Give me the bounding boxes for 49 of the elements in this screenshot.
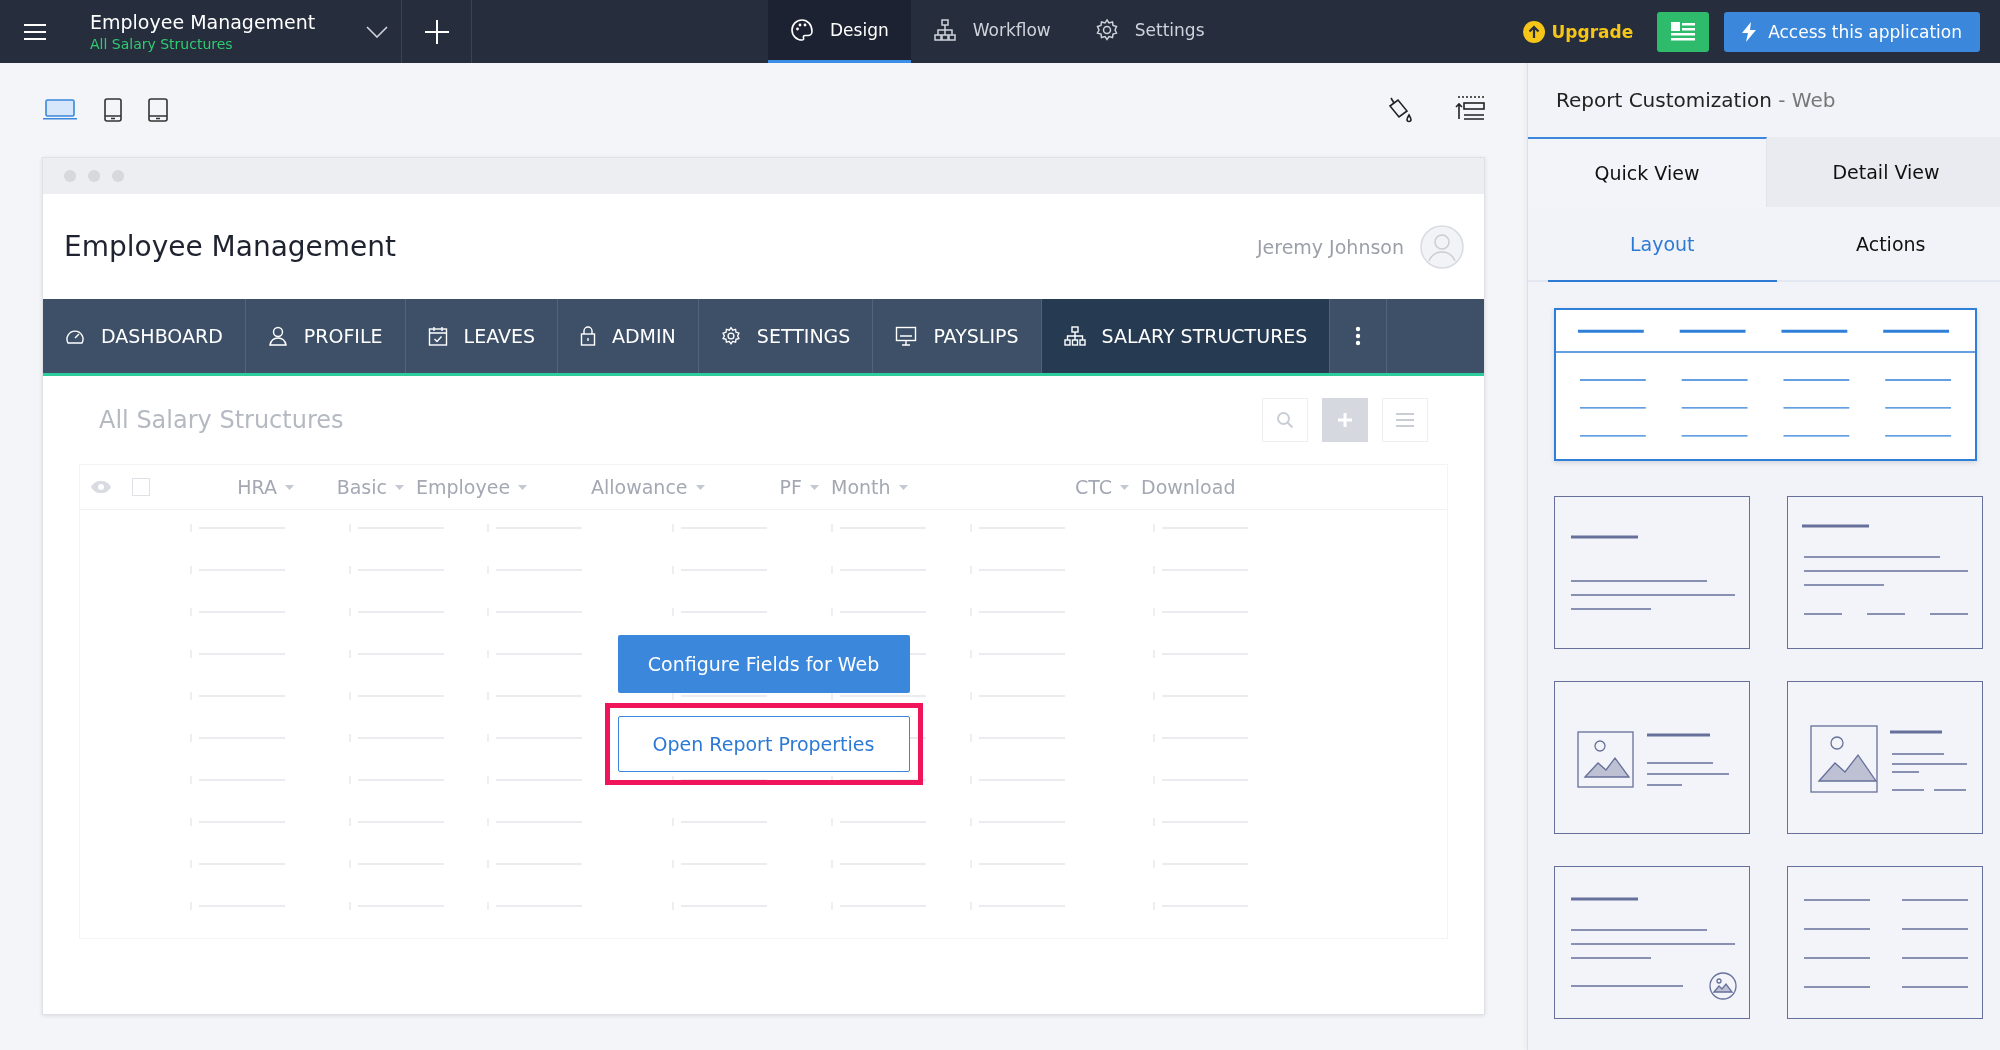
search-icon <box>1276 411 1294 429</box>
app-subtitle: All Salary Structures <box>90 36 234 52</box>
layout-option[interactable] <box>1787 866 1983 1019</box>
top-tab[interactable]: Settings <box>1072 0 1227 63</box>
nav-tab[interactable]: PROFILE <box>245 299 406 373</box>
view-tab[interactable]: Quick View <box>1528 137 1767 207</box>
nav-tab[interactable]: LEAVES <box>405 299 558 373</box>
layout-option[interactable] <box>1554 496 1750 649</box>
preview-app-title: Employee Management <box>64 230 397 263</box>
layout-button[interactable] <box>1657 11 1710 52</box>
tablet-icon[interactable] <box>148 98 168 122</box>
layout-option[interactable] <box>1787 496 1983 649</box>
user-icon <box>267 326 288 346</box>
hierarchy-icon <box>932 18 957 42</box>
layout-tab[interactable]: Actions <box>1776 207 2000 282</box>
monitor-icon <box>895 326 918 346</box>
lightning-icon <box>1742 21 1757 42</box>
laptop-icon[interactable] <box>42 99 78 121</box>
configure-fields-button[interactable]: Configure Fields for Web <box>617 635 910 693</box>
top-tab[interactable]: Design <box>768 0 911 63</box>
nav-tab[interactable]: ADMIN <box>558 299 699 373</box>
plus-icon <box>1337 412 1353 428</box>
settings-icon <box>1094 18 1119 42</box>
hierarchy-icon <box>1063 326 1086 346</box>
layout-tab[interactable]: Layout <box>1548 207 1777 282</box>
report-properties-button[interactable]: Open Report Properties <box>617 716 910 772</box>
layout-option[interactable] <box>1554 308 1977 461</box>
upgrade-button[interactable]: Upgrade <box>1523 0 1634 63</box>
nav-tab[interactable]: PAYSLIPS <box>873 299 1042 373</box>
top-tab[interactable]: Workflow <box>910 0 1073 63</box>
app-title: Employee Management <box>90 11 317 33</box>
list-icon <box>1671 21 1696 42</box>
layout-option[interactable] <box>1554 866 1750 1019</box>
gauge-icon <box>65 327 85 345</box>
report-title: All Salary Structures <box>99 406 344 434</box>
nav-tab[interactable]: SETTINGS <box>698 299 874 373</box>
nav-tab[interactable]: SALARY STRUCTURES <box>1041 299 1331 373</box>
nav-tab[interactable]: DASHBOARD <box>43 299 246 373</box>
access-application-button[interactable]: Access this application <box>1724 11 1980 52</box>
settings-icon <box>720 326 741 346</box>
panel-title: Report Customization - Web <box>1556 88 1836 112</box>
calendar-icon <box>427 326 448 346</box>
menu-icon <box>1396 413 1414 427</box>
select-all-checkbox[interactable] <box>132 478 150 496</box>
lock-icon <box>580 326 596 346</box>
palette-icon <box>790 18 814 42</box>
view-tab[interactable]: Detail View <box>1767 137 2000 207</box>
user-name: Jeremy Johnson <box>1256 235 1404 258</box>
phone-icon[interactable] <box>104 98 122 122</box>
